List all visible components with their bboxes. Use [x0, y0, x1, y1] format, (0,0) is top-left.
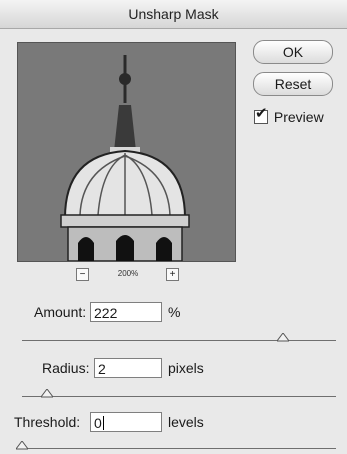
- threshold-slider-thumb[interactable]: [16, 441, 28, 451]
- threshold-slider-track[interactable]: [22, 448, 336, 449]
- amount-unit: %: [168, 304, 181, 320]
- checkmark-icon: ✔: [255, 105, 268, 122]
- unsharp-mask-dialog: Unsharp Mask − 200% + OK Reset ✔ Preview…: [0, 0, 347, 454]
- zoom-out-button[interactable]: −: [76, 268, 89, 281]
- radius-slider-track[interactable]: [22, 396, 336, 397]
- radius-unit: pixels: [168, 360, 204, 376]
- dialog-title: Unsharp Mask: [0, 0, 347, 29]
- threshold-value: 0: [94, 415, 102, 431]
- amount-label: Amount:: [34, 304, 87, 320]
- preview-checkbox-label: Preview: [273, 109, 324, 125]
- reset-button[interactable]: Reset: [253, 72, 333, 96]
- text-caret: [102, 416, 104, 430]
- preview-tower-graphic: [18, 43, 235, 261]
- threshold-input[interactable]: 0: [90, 412, 162, 432]
- zoom-level: 200%: [117, 269, 139, 278]
- ok-button[interactable]: OK: [253, 40, 333, 64]
- amount-input[interactable]: 222: [90, 302, 162, 322]
- preview-image[interactable]: [17, 42, 236, 262]
- threshold-unit: levels: [168, 414, 204, 430]
- zoom-controls: − 200% +: [76, 268, 186, 284]
- amount-slider-thumb[interactable]: [276, 333, 289, 343]
- radius-slider-thumb[interactable]: [41, 389, 54, 399]
- radius-label: Radius:: [42, 360, 90, 376]
- radius-input[interactable]: 2: [94, 358, 162, 378]
- amount-slider-track[interactable]: [22, 340, 336, 341]
- threshold-label: Threshold:: [14, 414, 81, 430]
- zoom-in-button[interactable]: +: [166, 268, 179, 281]
- checkbox-box[interactable]: ✔: [254, 106, 268, 124]
- preview-checkbox[interactable]: ✔ Preview: [254, 106, 324, 125]
